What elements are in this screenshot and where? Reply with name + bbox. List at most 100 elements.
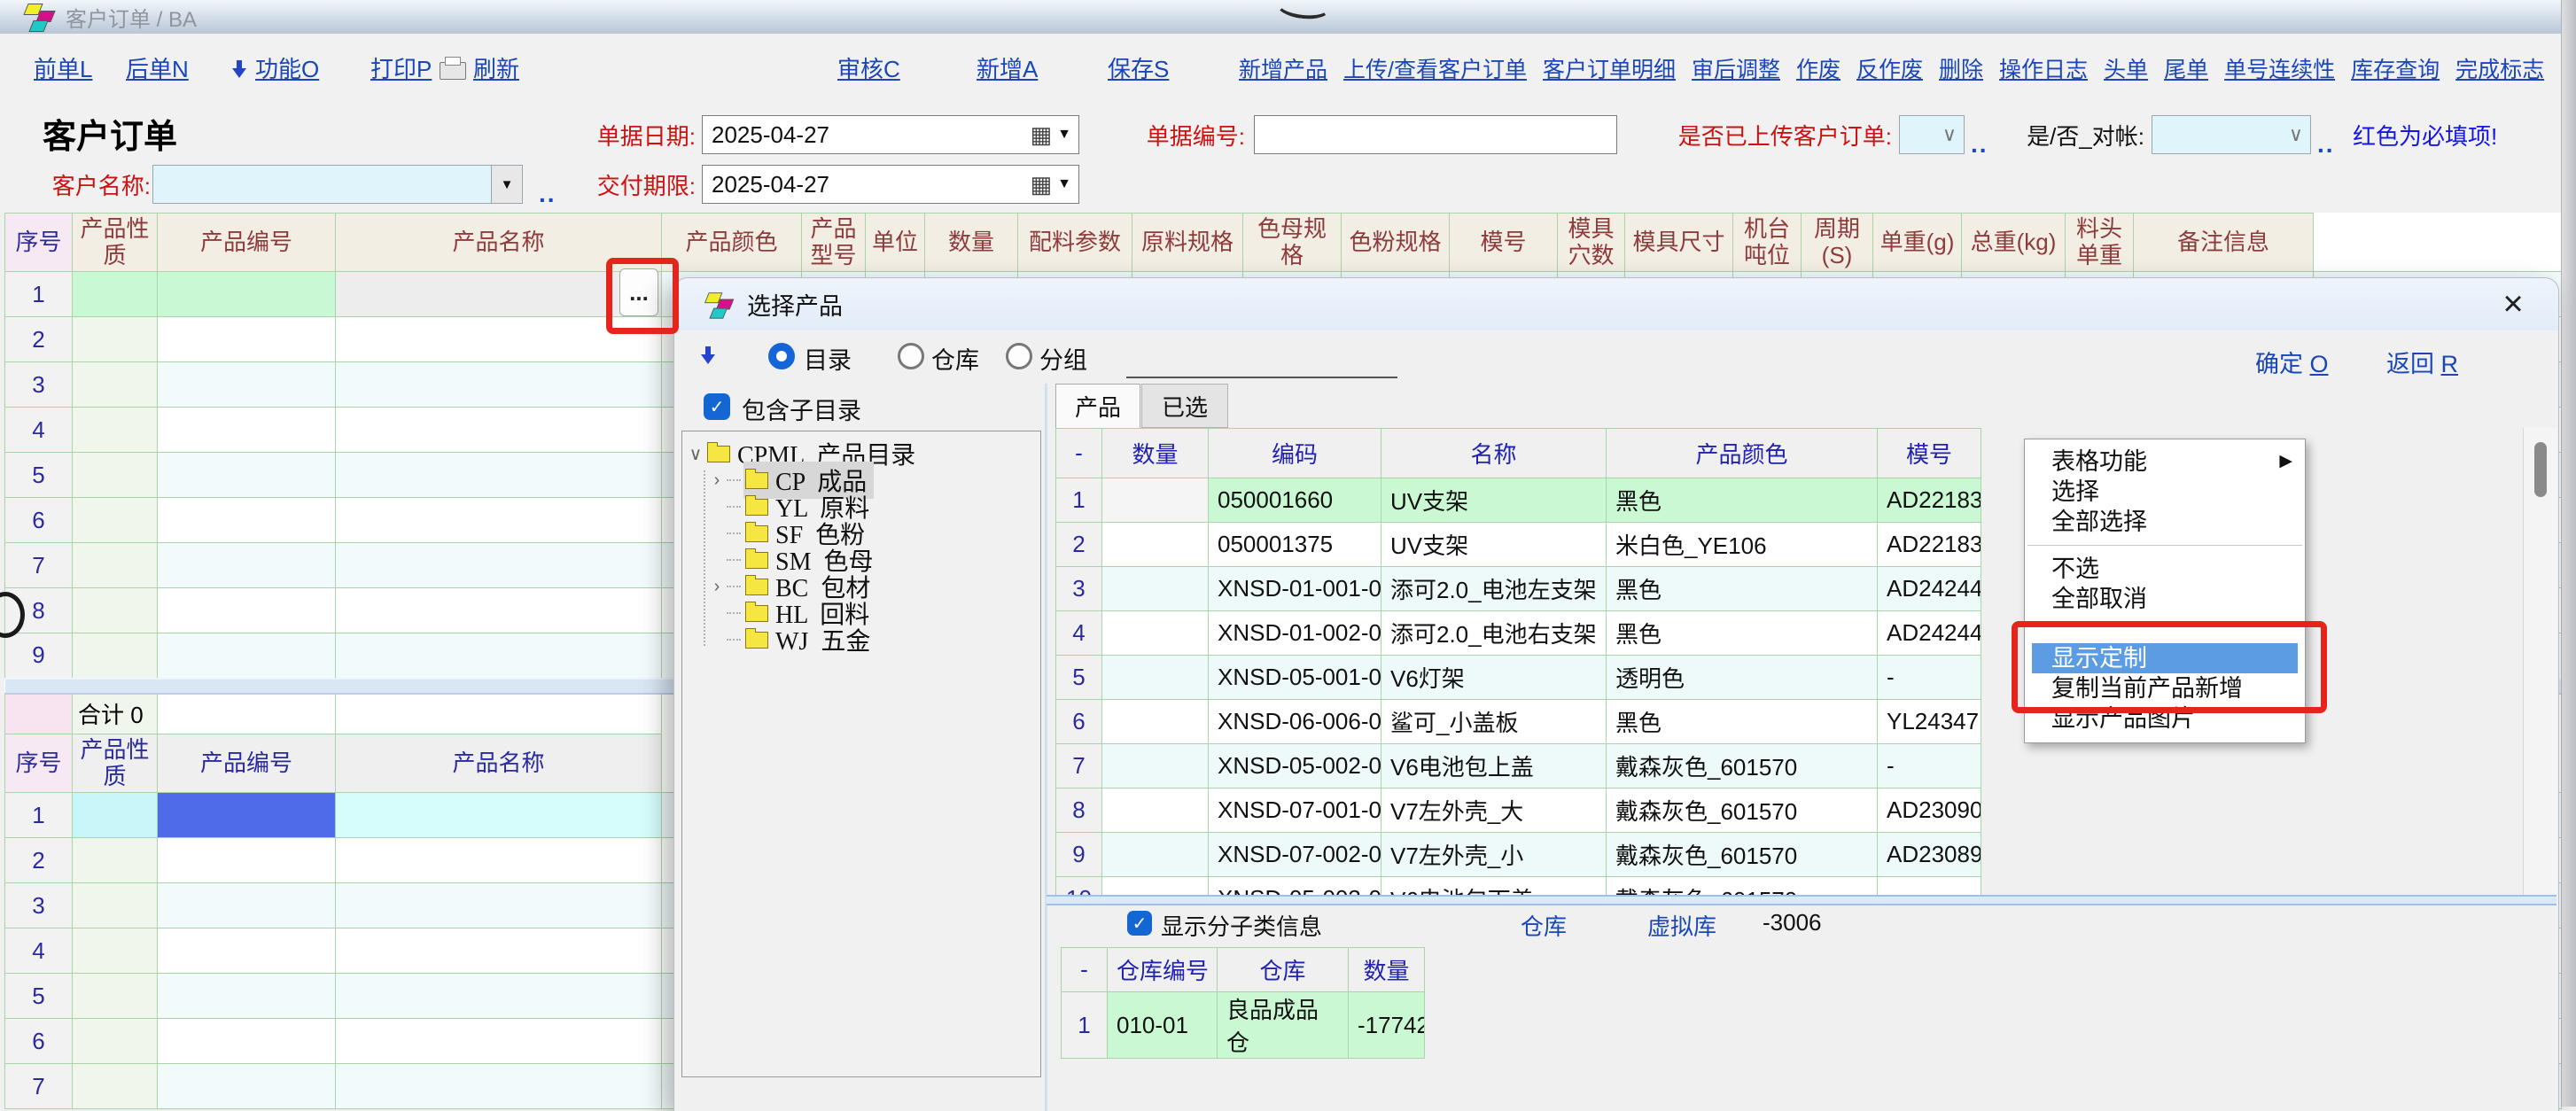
name-cell: UV支架 xyxy=(1381,523,1607,567)
product-row[interactable]: 8 XNSD-07-001-0 V7左外壳_大 戴森灰色_601570 AD23… xyxy=(1056,789,1981,833)
toolbar-link[interactable]: 操作日志 xyxy=(1999,52,2088,84)
product-row[interactable]: 1 050001660 UV支架 黑色 AD22183 xyxy=(1056,478,1981,523)
product-row[interactable]: 7 XNSD-05-002-0 V6电池包上盖 戴森灰色_601570 - xyxy=(1056,744,1981,789)
toolbar-link[interactable]: 删除 xyxy=(1939,52,1983,84)
customer-more-button[interactable]: .. xyxy=(539,180,556,208)
doc-date-input[interactable]: 2025-04-27 ▦▼ xyxy=(702,115,1079,154)
deliver-date-input[interactable]: 2025-04-27 ▦▼ xyxy=(702,165,1079,204)
grid1-header-cell: 模具尺寸 xyxy=(1625,214,1733,272)
radio-group[interactable] xyxy=(1006,343,1032,369)
doc-no-label: 单据编号: xyxy=(1136,115,1245,154)
warehouse-row[interactable]: 1 010-01 良品成品仓 -17742 xyxy=(1062,992,1425,1059)
grid1-header-cell: 产品颜色 xyxy=(662,214,802,272)
reconcile-more-button[interactable]: .. xyxy=(2317,130,2335,159)
toolbar-link[interactable]: 库存查询 xyxy=(2351,52,2440,84)
radio-warehouse[interactable] xyxy=(898,343,924,369)
mold-cell: AD22183 xyxy=(1878,478,1981,523)
tab-product[interactable]: 产品 xyxy=(1055,384,1140,428)
name-cell: V7左外壳_大 xyxy=(1381,789,1607,833)
qty-cell[interactable] xyxy=(1102,523,1209,567)
filter-arrow-icon[interactable] xyxy=(701,346,715,364)
menu-item-display-customize[interactable]: 显示定制 xyxy=(2032,643,2298,673)
audit-button[interactable]: 审核C xyxy=(837,34,900,102)
dropdown-button-icon[interactable]: ▼ xyxy=(491,166,522,203)
toolbar-link[interactable]: 客户订单明细 xyxy=(1543,52,1676,84)
ok-button[interactable]: 确定 O xyxy=(2255,345,2329,379)
reconcile-select[interactable]: ∨ xyxy=(2152,115,2311,154)
uploaded-select[interactable]: ∨ xyxy=(1899,115,1965,154)
customer-select[interactable]: ▼ xyxy=(152,165,523,204)
warehouse-link[interactable]: 仓库 xyxy=(1521,909,1567,942)
virtual-warehouse-link[interactable]: 虚拟库 xyxy=(1647,909,1716,942)
function-menu-button[interactable]: 功能O xyxy=(255,34,319,102)
search-input[interactable] xyxy=(1126,377,1397,378)
splitter[interactable] xyxy=(1047,895,2557,905)
product-row[interactable]: 6 XNSD-06-006-0 鲨可_小盖板 黑色 YL24347 xyxy=(1056,700,1981,744)
menu-item-select-all[interactable]: 全部选择 xyxy=(2025,507,2305,537)
date-dropdown-icon[interactable]: ▼ xyxy=(1057,127,1071,143)
menu-item-deselect[interactable]: 不选 xyxy=(2025,554,2305,584)
prev-doc-button[interactable]: 前单L xyxy=(34,34,92,102)
menu-item-cancel-all[interactable]: 全部取消 xyxy=(2025,584,2305,614)
doc-no-input[interactable] xyxy=(1254,115,1617,154)
toolbar-link[interactable]: 完成标志 xyxy=(2455,52,2544,84)
menu-item-select[interactable]: 选择 xyxy=(2025,477,2305,507)
print-button[interactable]: 打印P xyxy=(370,34,432,102)
add-button[interactable]: 新增A xyxy=(977,34,1038,102)
product-row[interactable]: 9 XNSD-07-002-0 V7左外壳_小 戴森灰色_601570 AD23… xyxy=(1056,833,1981,877)
next-doc-button[interactable]: 后单N xyxy=(126,34,189,102)
expand-icon[interactable]: › xyxy=(707,577,727,597)
name-cell: V6灯架 xyxy=(1381,656,1607,700)
close-icon[interactable]: × xyxy=(2493,284,2533,324)
qty-cell[interactable] xyxy=(1102,478,1209,523)
code-cell: 050001375 xyxy=(1209,523,1381,567)
collapse-icon[interactable]: ∨ xyxy=(686,443,705,465)
row-number: 9 xyxy=(1056,833,1102,877)
save-button[interactable]: 保存S xyxy=(1108,34,1169,102)
toolbar-link[interactable]: 尾单 xyxy=(2164,52,2208,84)
tab-selected[interactable]: 已选 xyxy=(1141,384,1228,428)
warehouse-header-cell: 仓库 xyxy=(1218,948,1349,992)
calendar-icon[interactable]: ▦ xyxy=(1031,121,1053,149)
qty-cell[interactable] xyxy=(1102,700,1209,744)
toolbar-link[interactable]: 头单 xyxy=(2104,52,2148,84)
qty-cell[interactable] xyxy=(1102,744,1209,789)
product-row[interactable]: 4 XNSD-01-002-0 添可2.0_电池右支架 黑色 AD24244 xyxy=(1056,611,1981,656)
refresh-button[interactable]: 刷新 xyxy=(473,34,519,102)
window-scrollbar[interactable] xyxy=(2561,0,2576,1107)
show-detail-checkbox[interactable]: ✓ xyxy=(1127,911,1152,936)
code-cell: XNSD-06-006-0 xyxy=(1209,700,1381,744)
toolbar-link[interactable]: 反作废 xyxy=(1856,52,1923,84)
scrollbar-thumb[interactable] xyxy=(2534,442,2547,497)
product-row[interactable]: 5 XNSD-05-001-0 V6灯架 透明色 - xyxy=(1056,656,1981,700)
qty-cell[interactable] xyxy=(1102,567,1209,611)
toolbar-link[interactable]: 作废 xyxy=(1796,52,1841,84)
calendar-icon[interactable]: ▦ xyxy=(1031,171,1053,198)
scrollbar[interactable] xyxy=(2523,428,2557,897)
customer-label: 客户名称: xyxy=(31,165,151,204)
product-picker-button[interactable]: ... xyxy=(619,268,658,316)
menu-item-table-functions[interactable]: 表格功能▶ xyxy=(2025,447,2305,477)
tree-node-wj[interactable]: WJ 五金 xyxy=(682,626,1040,653)
name-cell: 添可2.0_电池右支架 xyxy=(1381,611,1607,656)
toolbar-link[interactable]: 新增产品 xyxy=(1239,52,1327,84)
radio-catalog[interactable] xyxy=(768,343,795,369)
date-dropdown-icon[interactable]: ▼ xyxy=(1057,176,1071,192)
menu-item-show-product-image[interactable]: 显示产品图片 xyxy=(2025,703,2305,734)
back-button[interactable]: 返回 R xyxy=(2386,345,2458,379)
chevron-down-icon: ∨ xyxy=(2289,116,2303,153)
qty-cell[interactable] xyxy=(1102,656,1209,700)
toolbar-link[interactable]: 上传/查看客户订单 xyxy=(1343,52,1527,84)
include-subdir-checkbox[interactable]: ✓ xyxy=(704,393,730,420)
qty-cell[interactable] xyxy=(1102,611,1209,656)
expand-icon[interactable]: › xyxy=(707,470,727,491)
menu-item-copy-current-add[interactable]: 复制当前产品新增 xyxy=(2025,673,2305,703)
product-row[interactable]: 2 050001375 UV支架 米白色_YE106 AD22183 xyxy=(1056,523,1981,567)
toolbar-link[interactable]: 审后调整 xyxy=(1692,52,1780,84)
qty-cell[interactable] xyxy=(1102,833,1209,877)
product-row[interactable]: 3 XNSD-01-001-0 添可2.0_电池左支架 黑色 AD24244 xyxy=(1056,567,1981,611)
qty-cell[interactable] xyxy=(1102,789,1209,833)
toolbar-link[interactable]: 单号连续性 xyxy=(2224,52,2335,84)
row-number: 3 xyxy=(1056,567,1102,611)
uploaded-more-button[interactable]: .. xyxy=(1971,130,1988,159)
